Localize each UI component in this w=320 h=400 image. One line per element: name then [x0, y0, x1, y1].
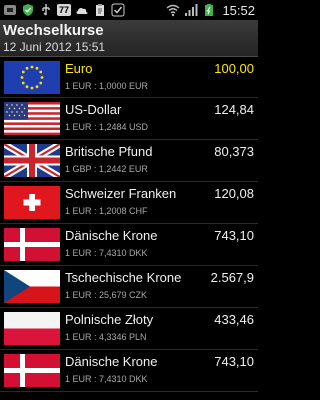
cloud-icon [76, 7, 88, 14]
clock: 15:52 [222, 2, 255, 18]
danish-flag-icon [4, 354, 60, 387]
currency-row[interactable]: Schweizer Franken 120,08 1 EUR : 1,2008 … [0, 182, 258, 224]
currency-row[interactable]: US-Dollar 124,84 1 EUR : 1,2484 USD [0, 98, 258, 140]
app-notification-icon [4, 5, 16, 15]
currency-value: 80,373 [214, 144, 254, 159]
exchange-rate: 1 EUR : 4,3346 PLN [65, 332, 147, 342]
currency-row[interactable]: Euro 100,00 1 EUR : 1,0000 EUR [0, 57, 258, 98]
notification-area: 77 [3, 3, 166, 17]
currency-name: US-Dollar [65, 102, 122, 117]
check-icon [111, 3, 125, 17]
exchange-rate: 1 GBP : 1,2442 EUR [65, 164, 148, 174]
currency-value: 433,46 [214, 312, 254, 327]
wifi-icon [167, 4, 180, 17]
currency-name: Euro [65, 61, 93, 76]
usb-icon [42, 4, 50, 16]
polish-flag-icon [4, 312, 60, 345]
currency-value: 743,10 [214, 228, 254, 243]
system-icons: 15:52 [166, 3, 255, 18]
currency-row[interactable]: Dänische Krone 743,10 1 EUR : 7,4310 DKK [0, 224, 258, 266]
currency-value: 100,00 [214, 61, 254, 76]
swiss-flag-icon [4, 186, 60, 219]
shield-icon [23, 4, 33, 16]
currency-list: Euro 100,00 1 EUR : 1,0000 EUR US-Dollar… [0, 57, 258, 400]
clipboard-icon [96, 4, 105, 16]
currency-row[interactable]: Tschechische Krone 2.567,9 1 EUR : 25,67… [0, 266, 258, 308]
signal-icon [185, 4, 198, 16]
exchange-rate: 1 EUR : 7,4310 DKK [65, 248, 148, 258]
currency-row[interactable]: Dänische Krone 743,10 1 EUR : 7,4310 DKK [0, 350, 258, 392]
app-header: Wechselkurse 12 Juni 2012 15:51 [0, 20, 258, 57]
currency-value: 743,10 [214, 354, 254, 369]
notification-count-badge: 77 [57, 4, 72, 16]
status-bar: 77 15:52 [0, 0, 258, 20]
currency-name: Britische Pfund [65, 144, 153, 159]
us-flag-icon [4, 102, 60, 135]
danish-flag-icon [4, 228, 60, 261]
currency-value: 124,84 [214, 102, 254, 117]
currency-row[interactable]: Polnische Złoty 433,46 1 EUR : 4,3346 PL… [0, 308, 258, 350]
exchange-rate: 1 EUR : 1,0000 EUR [65, 81, 149, 91]
currency-name: Tschechische Krone [65, 270, 182, 285]
currency-name: Dänische Krone [65, 354, 158, 369]
update-timestamp: 12 Juni 2012 15:51 [3, 40, 106, 54]
uk-flag-icon [4, 144, 60, 177]
exchange-rate: 1 EUR : 1,2008 CHF [65, 206, 148, 216]
exchange-rate: 1 EUR : 1,2484 USD [65, 122, 149, 132]
eu-flag-icon [4, 61, 60, 94]
currency-name: Schweizer Franken [65, 186, 177, 201]
currency-value: 120,08 [214, 186, 254, 201]
exchange-rate: 1 EUR : 7,4310 DKK [65, 374, 148, 384]
exchange-rate: 1 EUR : 25,679 CZK [65, 290, 148, 300]
currency-row[interactable]: Britische Pfund 80,373 1 GBP : 1,2442 EU… [0, 140, 258, 182]
currency-name: Polnische Złoty [65, 312, 154, 327]
page-title: Wechselkurse [3, 22, 104, 39]
currency-name: Dänische Krone [65, 228, 158, 243]
battery-icon [205, 4, 214, 16]
currency-value: 2.567,9 [210, 270, 254, 285]
czech-flag-icon [4, 270, 60, 303]
